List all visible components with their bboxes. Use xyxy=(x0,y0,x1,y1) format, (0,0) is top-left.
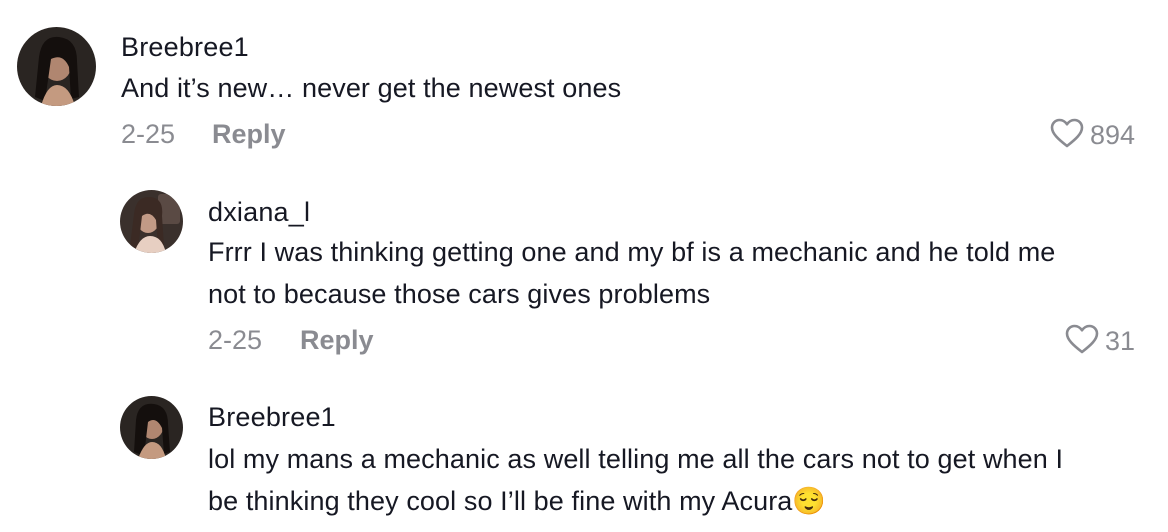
avatar[interactable] xyxy=(120,190,183,253)
comment-reply-1: dxiana_l Frrr I was thinking getting one… xyxy=(0,170,1168,370)
comment-1: Breebree1 And it’s new… never get the ne… xyxy=(0,0,1168,170)
comment-username[interactable]: Breebree1 xyxy=(208,402,336,433)
comment-reply-2: Breebree1 lol my mans a mechanic as well… xyxy=(0,380,1168,532)
like-button[interactable]: 31 xyxy=(1065,324,1135,359)
comment-text-line: lol my mans a mechanic as well telling m… xyxy=(208,444,1064,474)
comment-text: lol my mans a mechanic as well telling m… xyxy=(208,438,1148,522)
heart-outline-icon xyxy=(1065,324,1099,359)
comment-text-fragment: be thinking they cool so I’ll be fine wi… xyxy=(208,486,793,516)
avatar[interactable] xyxy=(17,27,96,106)
comment-text-line: be thinking they cool so I’ll be fine wi… xyxy=(208,480,1148,522)
heart-outline-icon xyxy=(1050,118,1084,153)
relieved-face-emoji: 😌 xyxy=(792,486,827,516)
comment-text: And it’s new… never get the newest ones xyxy=(121,73,622,103)
avatar[interactable] xyxy=(120,396,183,459)
like-button[interactable]: 894 xyxy=(1050,118,1135,153)
comment-date: 2-25 xyxy=(208,325,263,355)
reply-button[interactable]: Reply xyxy=(300,325,374,356)
comment-username[interactable]: Breebree1 xyxy=(121,32,249,63)
comment-text: Frrr I was thinking getting one and my b… xyxy=(208,231,1148,315)
like-count: 894 xyxy=(1089,120,1135,150)
reply-button[interactable]: Reply xyxy=(212,119,286,150)
comment-text-line: not to because those cars gives problems xyxy=(208,279,711,309)
like-count: 31 xyxy=(1104,326,1135,356)
comment-date: 2-25 xyxy=(121,119,176,149)
comment-text-line: Frrr I was thinking getting one and my b… xyxy=(208,237,1056,267)
comment-username[interactable]: dxiana_l xyxy=(208,197,310,228)
